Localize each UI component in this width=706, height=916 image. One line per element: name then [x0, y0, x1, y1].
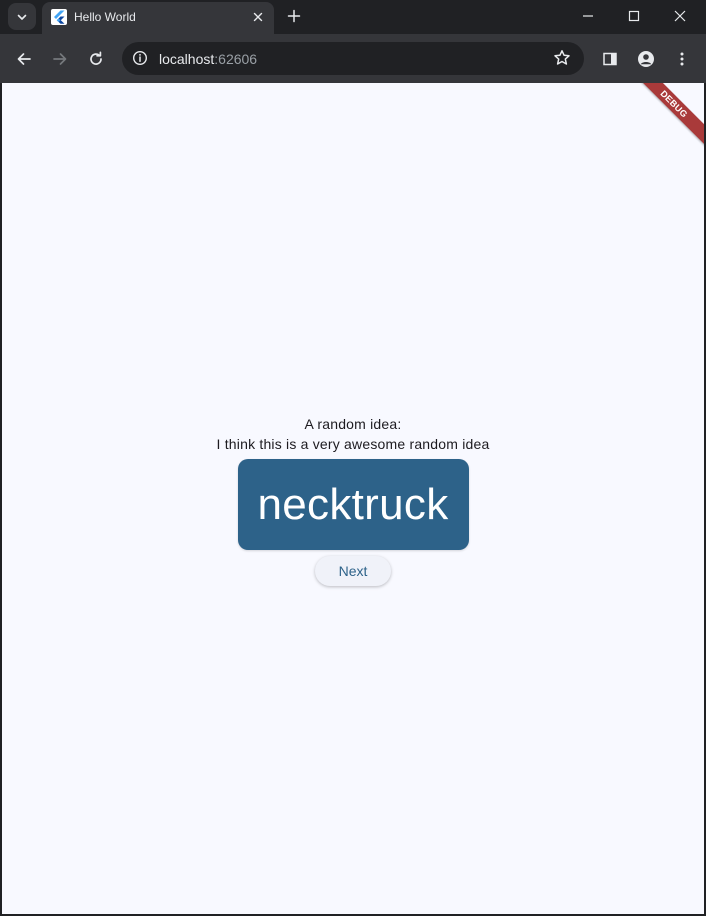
close-window-button[interactable]: [657, 0, 703, 32]
back-button[interactable]: [10, 45, 38, 73]
address-bar[interactable]: localhost:62606: [122, 42, 584, 75]
tab-title: Hello World: [74, 10, 136, 24]
close-tab-button[interactable]: [250, 9, 266, 25]
new-tab-button[interactable]: [282, 4, 306, 28]
plus-icon: [287, 9, 301, 23]
chevron-down-icon: [17, 14, 27, 20]
browser-window: Hello World localhost:62606 DEBUG A rand…: [0, 0, 706, 916]
side-panel-icon: [603, 52, 617, 66]
close-icon: [253, 12, 263, 22]
tab-hello-world[interactable]: Hello World: [42, 2, 274, 34]
side-panel-button[interactable]: [596, 45, 624, 73]
url-host: localhost: [159, 51, 215, 67]
flutter-icon: [51, 9, 67, 25]
arrow-left-icon: [17, 53, 31, 65]
profile-button[interactable]: [632, 45, 660, 73]
tab-search-button[interactable]: [8, 3, 36, 30]
site-info-button[interactable]: [130, 48, 150, 68]
idea-description: I think this is a very awesome random id…: [216, 436, 490, 452]
info-icon: [132, 50, 148, 66]
word-card: necktruck: [237, 459, 469, 550]
reload-icon: [90, 51, 102, 65]
more-vert-icon: [680, 52, 684, 66]
star-icon: [554, 50, 570, 65]
url-port: :62606: [214, 51, 258, 67]
close-icon: [674, 10, 686, 22]
debug-banner: DEBUG: [626, 83, 704, 152]
word-pair-text: necktruck: [257, 479, 449, 529]
next-button[interactable]: Next: [314, 556, 392, 586]
menu-button[interactable]: [668, 45, 696, 73]
bookmark-button[interactable]: [552, 48, 572, 68]
reload-button[interactable]: [82, 45, 110, 73]
maximize-button[interactable]: [611, 0, 657, 32]
arrow-right-icon: [53, 53, 67, 65]
url-text: localhost:62606: [159, 51, 257, 67]
main-column: A random idea: I think this is a very aw…: [2, 414, 704, 586]
page-viewport: DEBUG A random idea: I think this is a v…: [2, 83, 704, 914]
minimize-icon: [583, 15, 593, 17]
tab-strip: Hello World: [0, 0, 706, 34]
maximize-icon: [628, 10, 640, 22]
browser-toolbar: localhost:62606: [0, 34, 706, 83]
minimize-button[interactable]: [565, 0, 611, 32]
forward-button[interactable]: [46, 45, 74, 73]
person-icon: [638, 51, 654, 67]
idea-label: A random idea:: [304, 416, 402, 432]
